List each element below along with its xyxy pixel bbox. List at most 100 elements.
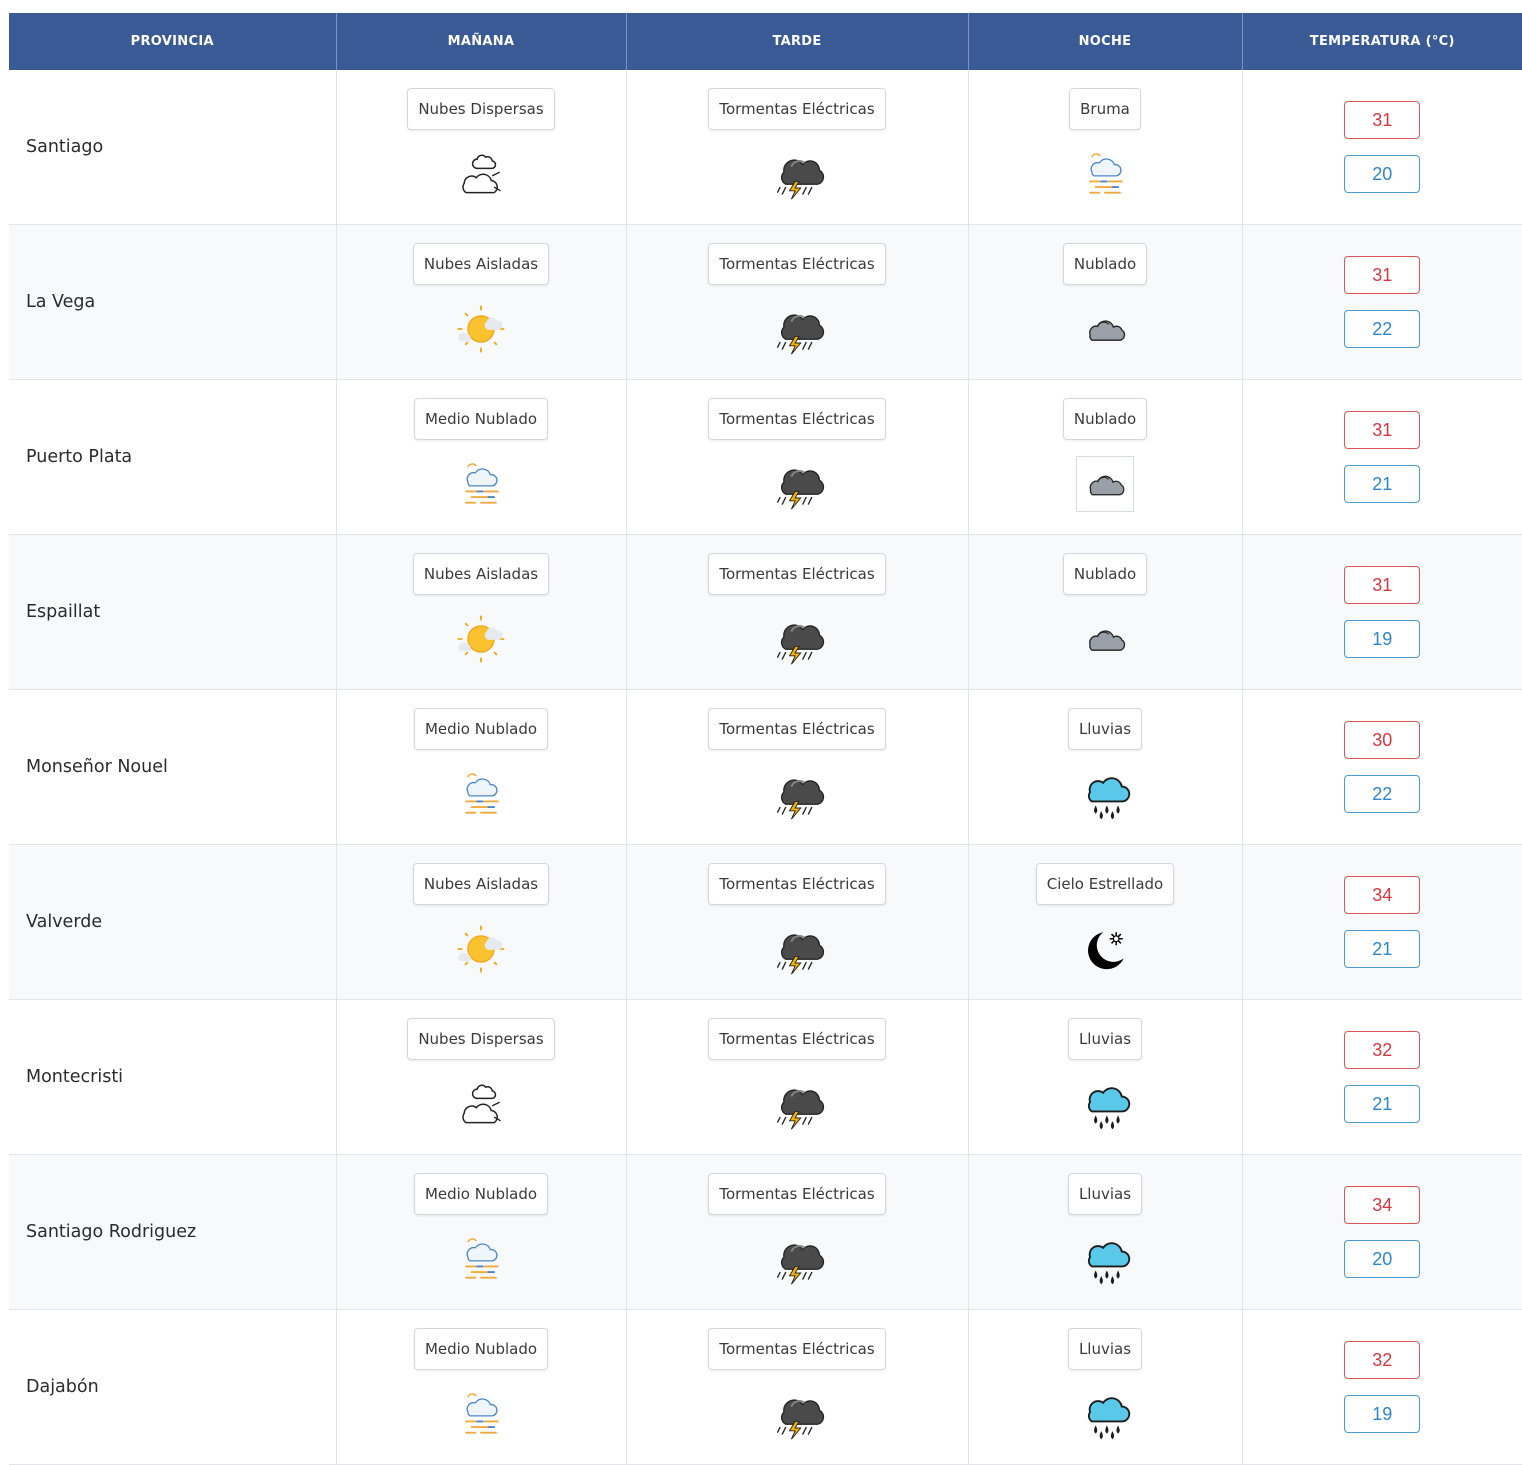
table-row: Montecristi Nubes Dispersas Tormentas El… [9, 999, 1522, 1155]
max-temperature-badge: 34 [1344, 1186, 1421, 1224]
morning-condition-label: Nubes Aisladas [412, 863, 550, 905]
night-cell: Lluvias [968, 1309, 1243, 1465]
min-temperature-badge: 20 [1344, 1240, 1421, 1278]
temperature-cell: 31 22 [1242, 224, 1522, 380]
scattered-clouds-icon [462, 1084, 501, 1124]
afternoon-cell: Tormentas Eléctricas [626, 379, 969, 535]
afternoon-condition-label: Tormentas Eléctricas [708, 708, 886, 750]
morning-condition-label: Nubes Aisladas [412, 243, 550, 285]
morning-condition-label: Nubes Dispersas [407, 88, 555, 130]
morning-cell: Nubes Dispersas [336, 999, 627, 1155]
morning-cell: Nubes Aisladas [336, 844, 627, 1000]
max-temperature-badge: 32 [1344, 1031, 1421, 1069]
mist-icon [465, 463, 499, 504]
province-name: Santiago Rodriguez [9, 1154, 337, 1310]
scattered-clouds-icon [462, 154, 501, 194]
night-cell: Nublado [968, 224, 1243, 380]
temperature-cell: 30 22 [1242, 689, 1522, 845]
min-temperature-badge: 21 [1344, 465, 1421, 503]
table-row: Santiago Rodriguez Medio Nublado Torment… [9, 1154, 1522, 1310]
header-manana: MAÑANA [336, 13, 627, 70]
night-cell: Bruma [968, 70, 1243, 225]
cloudy-icon [1089, 320, 1126, 341]
max-temperature-badge: 31 [1344, 411, 1421, 449]
night-cell: Nublado [968, 534, 1243, 690]
table-row: Monseñor Nouel Medio Nublado Tormentas E… [9, 689, 1522, 845]
mist-icon [1089, 153, 1123, 194]
temperature-cell: 31 19 [1242, 534, 1522, 690]
thunderstorm-icon [776, 1244, 825, 1285]
province-name: Espaillat [9, 534, 337, 690]
rain-icon [1087, 1087, 1131, 1130]
header-temperatura: TEMPERATURA (°C) [1242, 13, 1522, 70]
afternoon-cell: Tormentas Eléctricas [626, 534, 969, 690]
afternoon-cell: Tormentas Eléctricas [626, 999, 969, 1155]
table-row: Espaillat Nubes Aisladas Tormentas Eléct… [9, 534, 1522, 690]
afternoon-condition-label: Tormentas Eléctricas [708, 1173, 886, 1215]
night-condition-label: Lluvias [1067, 1173, 1143, 1215]
thunderstorm-icon [776, 314, 825, 355]
morning-condition-label: Nubes Dispersas [407, 1018, 555, 1060]
province-name: Valverde [9, 844, 337, 1000]
night-condition-label: Cielo Estrellado [1035, 863, 1175, 905]
temperature-cell: 32 19 [1242, 1309, 1522, 1465]
rain-icon [1087, 1397, 1131, 1440]
max-temperature-badge: 31 [1344, 566, 1421, 604]
province-name: Monseñor Nouel [9, 689, 337, 845]
afternoon-cell: Tormentas Eléctricas [626, 70, 969, 225]
morning-cell: Nubes Aisladas [336, 534, 627, 690]
thunderstorm-icon [776, 469, 825, 510]
header-noche: NOCHE [968, 13, 1243, 70]
morning-cell: Nubes Dispersas [336, 70, 627, 225]
table-row: Dajabón Medio Nublado Tormentas Eléctric… [9, 1309, 1522, 1465]
max-temperature-badge: 30 [1344, 721, 1421, 759]
night-condition-label: Lluvias [1067, 1328, 1143, 1370]
temperature-cell: 34 20 [1242, 1154, 1522, 1310]
afternoon-cell: Tormentas Eléctricas [626, 224, 969, 380]
night-condition-label: Lluvias [1067, 708, 1143, 750]
afternoon-condition-label: Tormentas Eléctricas [708, 88, 886, 130]
night-condition-label: Nublado [1062, 553, 1148, 595]
min-temperature-badge: 21 [1344, 930, 1421, 968]
min-temperature-badge: 21 [1344, 1085, 1421, 1123]
rain-icon [1087, 777, 1131, 820]
sun-cloud-icon [457, 615, 505, 663]
mist-icon [465, 1238, 499, 1279]
night-cell: Lluvias [968, 999, 1243, 1155]
min-temperature-badge: 19 [1344, 1395, 1421, 1433]
morning-condition-label: Medio Nublado [413, 1328, 549, 1370]
thunderstorm-icon [776, 624, 825, 665]
night-condition-label: Lluvias [1067, 1018, 1143, 1060]
header-row: PROVINCIA MAÑANA TARDE NOCHE TEMPERATURA… [9, 13, 1522, 70]
afternoon-condition-label: Tormentas Eléctricas [708, 863, 886, 905]
rain-icon [1087, 1242, 1131, 1285]
forecast-table-container: PROVINCIA MAÑANA TARDE NOCHE TEMPERATURA… [9, 13, 1522, 1465]
cloudy-icon [1089, 630, 1126, 651]
afternoon-cell: Tormentas Eléctricas [626, 844, 969, 1000]
table-body: Santiago Nubes Dispersas Tormentas Eléct… [9, 70, 1522, 1465]
max-temperature-badge: 31 [1344, 256, 1421, 294]
afternoon-cell: Tormentas Eléctricas [626, 689, 969, 845]
temperature-cell: 32 21 [1242, 999, 1522, 1155]
morning-cell: Medio Nublado [336, 379, 627, 535]
moon-star-icon [1088, 932, 1124, 970]
afternoon-condition-label: Tormentas Eléctricas [708, 398, 886, 440]
header-tarde: TARDE [626, 13, 969, 70]
morning-cell: Nubes Aisladas [336, 224, 627, 380]
cloudy-icon [1076, 456, 1134, 512]
province-name: Montecristi [9, 999, 337, 1155]
morning-condition-label: Medio Nublado [413, 398, 549, 440]
province-name: Santiago [9, 70, 337, 225]
province-name: La Vega [9, 224, 337, 380]
night-cell: Lluvias [968, 1154, 1243, 1310]
forecast-table: PROVINCIA MAÑANA TARDE NOCHE TEMPERATURA… [9, 13, 1522, 1465]
thunderstorm-icon [776, 159, 825, 200]
night-cell: Lluvias [968, 689, 1243, 845]
morning-cell: Medio Nublado [336, 1154, 627, 1310]
max-temperature-badge: 34 [1344, 876, 1421, 914]
morning-condition-label: Nubes Aisladas [412, 553, 550, 595]
thunderstorm-icon [776, 934, 825, 975]
table-row: Valverde Nubes Aisladas Tormentas Eléctr… [9, 844, 1522, 1000]
morning-condition-label: Medio Nublado [413, 708, 549, 750]
province-name: Dajabón [9, 1309, 337, 1465]
